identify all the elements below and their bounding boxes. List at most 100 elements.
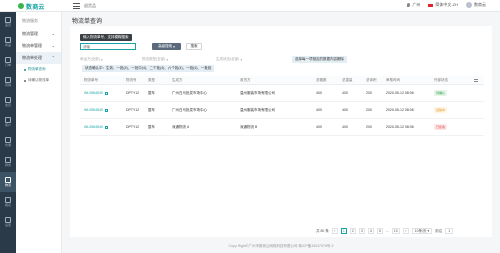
- column-header: 物流单号: [84, 77, 98, 82]
- submenu: 物流服务 物流管理 ⌄ 物流单管理 ⌄ 物流单处理 ⌃ 物流单查询 待确认物流单: [16, 12, 62, 253]
- page-size-select[interactable]: 10条/页 ▾: [411, 228, 433, 234]
- next-page-button[interactable]: ›: [402, 228, 409, 234]
- status-tooltip: 状态确认中：生效、一批(4)、一批中(4)、二个批(4)、六个批(4)、一批(4…: [82, 65, 215, 72]
- column-settings-icon[interactable]: [474, 76, 478, 84]
- page-button[interactable]: 1: [340, 228, 347, 234]
- submenu-item-label: 待确认物流单: [28, 78, 49, 82]
- status-badge: 待确认: [434, 85, 448, 101]
- search-tooltip: 输入物流单号、支持模糊搜索: [80, 34, 132, 41]
- submenu-item-order-query[interactable]: 物流单查询: [16, 64, 61, 75]
- column-header: 总体积: [366, 77, 377, 82]
- language-selector[interactable]: 简体中文-ZH: [428, 2, 458, 8]
- type-filter-label: 物流类型(全部): [142, 57, 166, 61]
- rail-item-home[interactable]: 首页: [0, 12, 16, 32]
- breadcrumb[interactable]: 退货品: [84, 3, 96, 9]
- pagination: 共 80 条 ‹ 1 2 3 4 5 ... 10 › 10条/页 ▾ 前往 1: [316, 228, 456, 234]
- rail-item-warehouse[interactable]: 仓储: [0, 132, 16, 152]
- logo[interactable]: 数商云: [18, 2, 45, 11]
- order-number-link[interactable]: WL0564549: [84, 85, 108, 101]
- order-volume: 200: [366, 91, 372, 95]
- search-input[interactable]: [80, 43, 136, 50]
- top-bar: 数商云 退货品 广州 简体中文-ZH 数商云: [0, 0, 500, 12]
- submenu-group-order-manage[interactable]: 物流单管理 ⌄: [16, 40, 61, 52]
- page-title: 物流单查询: [72, 19, 103, 25]
- status-badge: 已拒收: [434, 119, 448, 135]
- order-code: DPTY12: [126, 91, 140, 95]
- table-row[interactable]: WL0564549 DPTY12 整车 广州白马批发市场中心 温州服装市场有限公…: [80, 85, 484, 102]
- submenu-item-pending-orders[interactable]: 待确认物流单: [16, 75, 61, 86]
- submenu-item-label: 物流单查询: [28, 67, 46, 71]
- page-button[interactable]: 10: [391, 228, 400, 234]
- order-destination: 温州服装市场有限公司: [240, 90, 275, 95]
- rail-item-label: 客户: [4, 123, 11, 127]
- advanced-search-button[interactable]: 高级搜索 ▾: [152, 43, 181, 50]
- prev-page-button[interactable]: ‹: [331, 228, 338, 234]
- menu-toggle-icon[interactable]: [73, 3, 80, 9]
- chevron-down-icon: ⌄: [51, 31, 55, 36]
- order-code: DPTY12: [126, 108, 140, 112]
- carrier-filter-label: 承运方(全部): [80, 57, 100, 61]
- status-filter[interactable]: 生成状态(全部) ▾: [216, 56, 242, 63]
- footer-copyright: Copy Right©广州市数商云网络科技有限公司 粤ICP备15047978号…: [228, 244, 334, 248]
- page-ellipsis: ...: [385, 229, 389, 233]
- submenu-group-logistics-manage[interactable]: 物流管理 ⌄: [16, 28, 61, 40]
- rail-item-goods[interactable]: 商品: [0, 32, 16, 52]
- rail-item-customer[interactable]: 客户: [0, 112, 16, 132]
- rail-item-label: 财务: [4, 163, 11, 167]
- rail-item-order[interactable]: 订单: [0, 52, 16, 72]
- page-button[interactable]: 3: [358, 228, 365, 234]
- table-header: 物流单号 物流号 类型 生成方 收货方 总箱数 总重量 总体积 审核时间 外部状…: [80, 76, 484, 85]
- status-badge-label: 运输中: [434, 107, 448, 113]
- submenu-group-label: 物流管理: [22, 31, 38, 36]
- copy-icon[interactable]: [104, 91, 108, 95]
- page-button[interactable]: 2: [349, 228, 356, 234]
- column-header: 类型: [148, 77, 155, 82]
- type-filter[interactable]: 物流类型(全部) ▾: [142, 56, 168, 63]
- filter-row: 承运方(全部) ▾ 物流类型(全部) ▾ 生成状态(全部) ▾ 选择每一项相应的…: [80, 56, 480, 63]
- order-boxes: 400: [316, 91, 322, 95]
- location-selector[interactable]: 广州: [407, 2, 420, 8]
- order-origin: 深通物流 A: [172, 124, 190, 129]
- table-row[interactable]: WL0564549 DPTY12 整车 深通物流 A 深通物流 B 400 40…: [80, 119, 484, 136]
- rail-item-marketing[interactable]: 营销: [0, 72, 16, 92]
- order-number-link[interactable]: WL0564549: [84, 102, 108, 118]
- order-type: 整车: [148, 90, 155, 95]
- rail-item-member[interactable]: 会员: [0, 92, 16, 112]
- copy-icon[interactable]: [104, 125, 108, 129]
- logo-text: 数商云: [26, 4, 45, 11]
- status-filter-label: 生成状态(全部): [216, 57, 240, 61]
- chevron-down-icon: ⌄: [51, 43, 55, 48]
- goto-page-input[interactable]: 1: [445, 228, 454, 234]
- location-label: 广州: [412, 2, 421, 7]
- order-number: WL0564549: [84, 108, 103, 112]
- search-button[interactable]: 搜索: [186, 43, 202, 50]
- submenu-group-order-process[interactable]: 物流单处理 ⌃: [16, 52, 61, 64]
- carrier-filter[interactable]: 承运方(全部) ▾: [80, 56, 103, 63]
- rail-item-label: 物流: [4, 183, 11, 187]
- language-label: 简体中文-ZH: [435, 2, 458, 7]
- rail-item-settings[interactable]: 设置: [0, 212, 16, 232]
- page-button[interactable]: 5: [376, 228, 383, 234]
- order-boxes: 400: [316, 125, 322, 129]
- copy-icon[interactable]: [104, 108, 108, 112]
- page-button[interactable]: 4: [367, 228, 374, 234]
- main-content: 物流单查询 数商云 输入物流单号、支持模糊搜索 高级搜索 ▾ 搜索 承运方(全部…: [62, 12, 500, 253]
- rail-item-label: 营销: [4, 83, 11, 87]
- rail-item-label: 商品: [4, 43, 11, 47]
- order-number-link[interactable]: WL0564549: [84, 119, 108, 135]
- total-count: 共 80 条: [316, 228, 329, 233]
- user-menu[interactable]: 数商云: [466, 2, 486, 8]
- status-badge: 运输中: [434, 102, 448, 118]
- rail-item-label: 报表: [4, 203, 11, 207]
- rail-item-logistics[interactable]: 物流: [0, 172, 16, 192]
- user-name: 数商云: [474, 2, 486, 7]
- rail-item-finance[interactable]: 财务: [0, 152, 16, 172]
- submenu-group-label: 物流单管理: [22, 43, 42, 48]
- table-row[interactable]: WL0564549 DPTY12 整车 广州白马批发市场中心 温州服装市场有限公…: [80, 102, 484, 119]
- order-destination: 深通物流 B: [240, 124, 258, 129]
- location-pin-icon: [407, 3, 411, 7]
- rail-item-report[interactable]: 报表: [0, 192, 16, 212]
- rail-item-label: 会员: [4, 103, 11, 107]
- chevron-down-icon: ▾: [172, 44, 175, 49]
- order-destination: 温州服装市场有限公司: [240, 107, 275, 112]
